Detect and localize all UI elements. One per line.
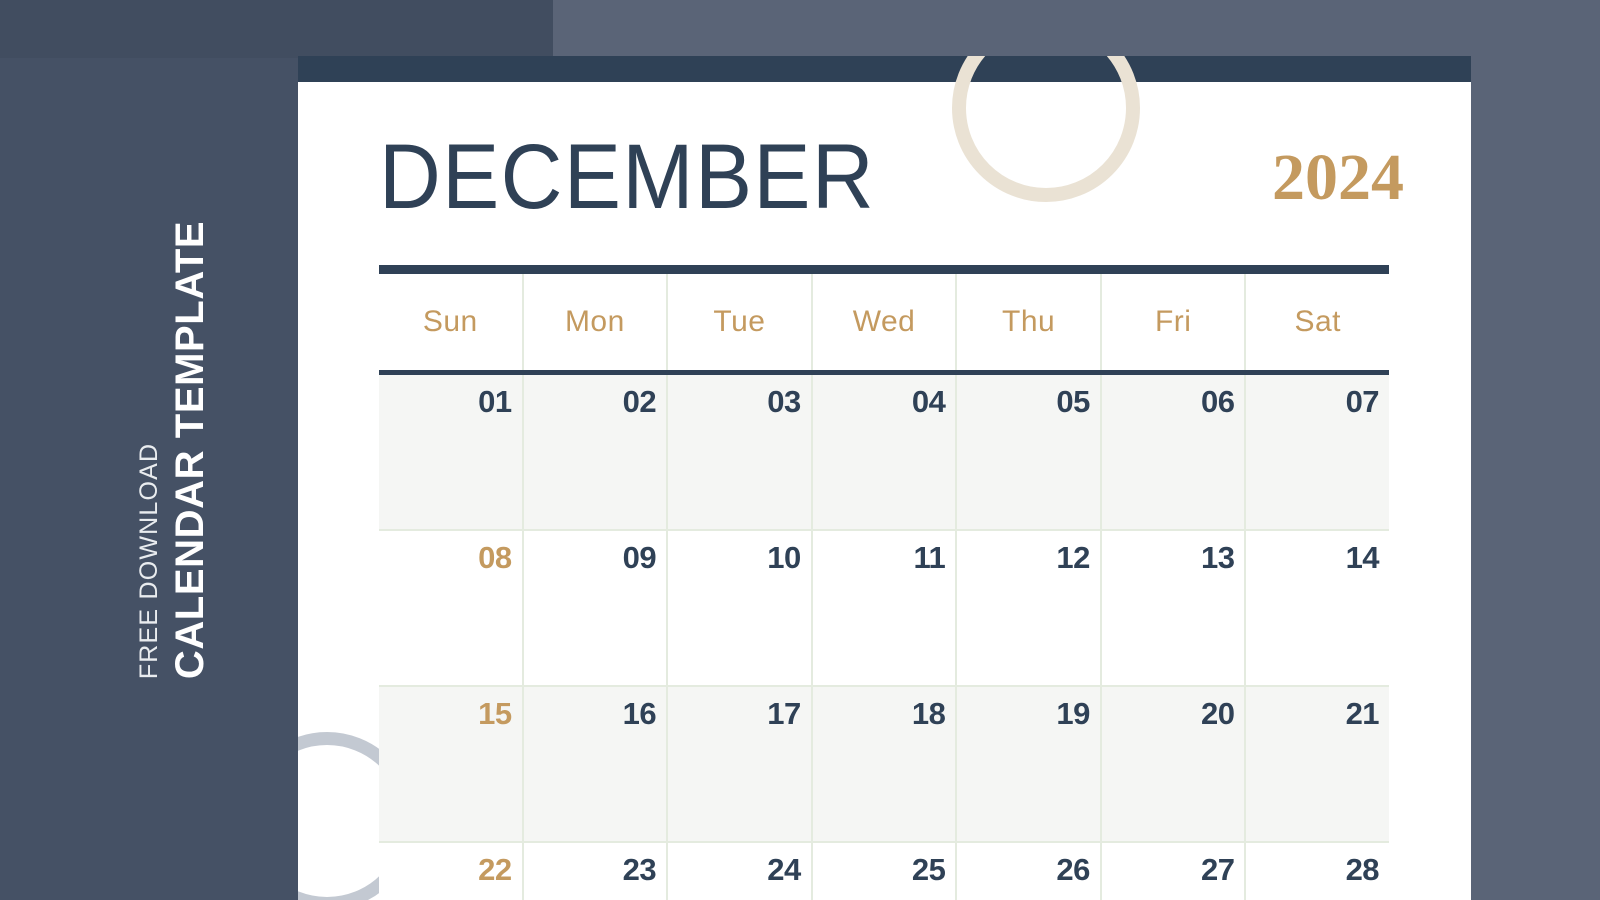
day-number: 12 bbox=[1056, 540, 1090, 575]
day-number: 18 bbox=[911, 696, 946, 731]
weekday-header-sat: Sat bbox=[1294, 305, 1342, 338]
day-number: 26 bbox=[1056, 852, 1090, 887]
day-number: 19 bbox=[1056, 696, 1090, 731]
day-cell[interactable]: 06 bbox=[1102, 375, 1247, 529]
day-number: 10 bbox=[767, 540, 801, 575]
week-row: 15 16 17 18 19 20 21 bbox=[379, 685, 1389, 841]
day-number: 04 bbox=[911, 384, 946, 419]
day-cell[interactable]: 20 bbox=[1102, 687, 1247, 841]
day-cell[interactable]: 13 bbox=[1102, 531, 1247, 685]
day-number: 20 bbox=[1200, 696, 1235, 731]
day-number: 01 bbox=[478, 384, 512, 419]
day-cell[interactable]: 24 bbox=[668, 843, 813, 900]
day-number: 07 bbox=[1345, 384, 1380, 419]
day-cell[interactable]: 15 bbox=[379, 687, 524, 841]
weekday-header-sun: Sun bbox=[379, 274, 524, 370]
page-top-bar bbox=[298, 56, 1471, 82]
day-cell[interactable]: 02 bbox=[524, 375, 669, 529]
day-cell[interactable]: 04 bbox=[813, 375, 958, 529]
day-cell[interactable]: 16 bbox=[524, 687, 669, 841]
year-label: 2024 bbox=[1272, 141, 1404, 214]
day-number: 03 bbox=[767, 384, 801, 419]
weekday-header-mon: Mon bbox=[524, 274, 669, 370]
day-cell[interactable]: 26 bbox=[957, 843, 1102, 900]
day-number: 28 bbox=[1345, 852, 1380, 887]
week-row: 01 02 03 04 05 06 07 bbox=[379, 375, 1389, 529]
day-number: 09 bbox=[622, 540, 657, 575]
day-cell[interactable]: 27 bbox=[1102, 843, 1247, 900]
week-row: 08 09 10 11 12 13 14 bbox=[379, 529, 1389, 685]
weekday-header-fri: Fri bbox=[1102, 274, 1247, 370]
week-row: 22 23 24 25 26 27 28 bbox=[379, 841, 1389, 900]
day-cell[interactable]: 09 bbox=[524, 531, 669, 685]
day-cell[interactable]: 18 bbox=[813, 687, 958, 841]
weekday-header-wed: Wed bbox=[813, 274, 958, 370]
calendar-page: DECEMBER 2024 Sun Mon Tue Wed Thu Fri Sat 01 02… bbox=[298, 56, 1471, 900]
day-cell[interactable]: 07 bbox=[1246, 375, 1389, 529]
day-number: 14 bbox=[1345, 540, 1380, 575]
day-number: 13 bbox=[1200, 540, 1235, 575]
day-cell[interactable]: 03 bbox=[668, 375, 813, 529]
day-cell[interactable]: 17 bbox=[668, 687, 813, 841]
weekday-header-tue: Tue bbox=[668, 274, 813, 370]
day-cell[interactable]: 23 bbox=[524, 843, 669, 900]
day-number: 22 bbox=[478, 852, 512, 887]
day-number: 06 bbox=[1200, 384, 1235, 419]
day-cell[interactable]: 01 bbox=[379, 375, 524, 529]
day-cell[interactable]: 11 bbox=[813, 531, 958, 685]
weekday-header-thu: Thu bbox=[957, 274, 1102, 370]
calendar-title-row: DECEMBER 2024 bbox=[379, 122, 1471, 232]
day-cell[interactable]: 05 bbox=[957, 375, 1102, 529]
day-cell[interactable]: 22 bbox=[379, 843, 524, 900]
day-number: 15 bbox=[478, 696, 512, 731]
day-number: 02 bbox=[622, 384, 657, 419]
calendar-grid: Sun Mon Tue Wed Thu Fri Sat 01 02 03 04 05 06 07 08 09… bbox=[379, 265, 1389, 900]
day-number: 16 bbox=[622, 696, 657, 731]
day-number: 05 bbox=[1056, 384, 1090, 419]
week-rows: 01 02 03 04 05 06 07 08 09 10 11 12 13 14 15 16 17 18 19 20… bbox=[379, 375, 1389, 900]
day-cell[interactable]: 25 bbox=[813, 843, 958, 900]
day-cell[interactable]: 08 bbox=[379, 531, 524, 685]
day-number: 27 bbox=[1200, 852, 1235, 887]
backdrop-top-tab bbox=[0, 0, 553, 58]
day-number: 17 bbox=[767, 696, 801, 731]
day-number: 11 bbox=[913, 540, 946, 575]
grid-top-rule bbox=[379, 265, 1389, 274]
day-cell[interactable]: 21 bbox=[1246, 687, 1389, 841]
weekday-header-row: Sun Mon Tue Wed Thu Fri Sat bbox=[379, 274, 1389, 370]
day-cell[interactable]: 14 bbox=[1246, 531, 1389, 685]
day-number: 24 bbox=[767, 852, 801, 887]
day-number: 23 bbox=[622, 852, 657, 887]
day-number: 25 bbox=[911, 852, 946, 887]
month-title: DECEMBER bbox=[379, 126, 876, 228]
day-number: 21 bbox=[1345, 696, 1380, 731]
day-cell[interactable]: 19 bbox=[957, 687, 1102, 841]
day-cell[interactable]: 12 bbox=[957, 531, 1102, 685]
day-cell[interactable]: 10 bbox=[668, 531, 813, 685]
day-cell[interactable]: 28 bbox=[1246, 843, 1389, 900]
day-number: 08 bbox=[478, 540, 512, 575]
